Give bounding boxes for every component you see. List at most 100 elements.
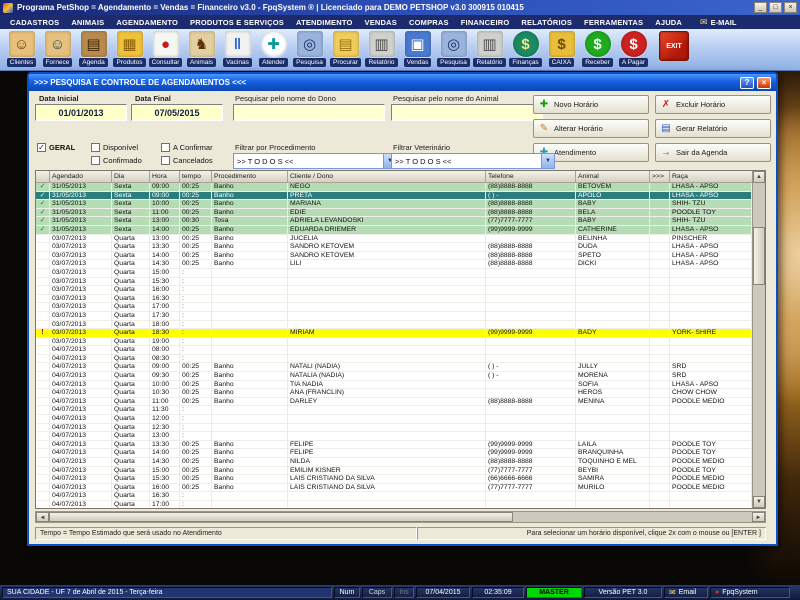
- toolbar-button[interactable]: $ CAIXA: [544, 31, 579, 67]
- action-button[interactable]: → Sair da Agenda: [655, 143, 771, 162]
- horizontal-scroll-thumb[interactable]: [49, 512, 513, 522]
- toolbar-button[interactable]: ● Consultar: [148, 31, 183, 67]
- table-row[interactable]: ✓ 31/05/2013 Sexta 09:00 00:25 Banho NEG…: [36, 183, 752, 192]
- column-header-cliente[interactable]: Cliente / Dono: [288, 171, 486, 183]
- table-row[interactable]: ✓ 31/05/2013 Sexta 13:00 00:30 Tosa ADRI…: [36, 217, 752, 226]
- column-header-status[interactable]: [36, 171, 50, 183]
- column-header-telefone[interactable]: Telefone: [486, 171, 576, 183]
- table-row[interactable]: 04/07/2013 Quarta 08:30 :: [36, 355, 752, 364]
- column-header-marker[interactable]: >>>: [650, 171, 670, 183]
- checkbox-disponivel[interactable]: Disponível: [91, 143, 138, 152]
- table-row[interactable]: 04/07/2013 Quarta 10:00 00:25 Banho TIA …: [36, 381, 752, 390]
- table-row[interactable]: 04/07/2013 Quarta 15:00 00:25 Banho EMIL…: [36, 467, 752, 476]
- table-row[interactable]: 03/07/2013 Quarta 15:30 :: [36, 278, 752, 287]
- toolbar-button[interactable]: ‖ Vacinas: [220, 31, 255, 67]
- column-header-hora[interactable]: Hora: [150, 171, 180, 183]
- column-header-raca[interactable]: Raça: [670, 171, 752, 183]
- horizontal-scroll-track[interactable]: [49, 512, 752, 522]
- horizontal-scrollbar[interactable]: ◄ ►: [35, 511, 766, 523]
- table-row[interactable]: 04/07/2013 Quarta 11:00 00:25 Banho DARL…: [36, 398, 752, 407]
- animal-search-input[interactable]: [391, 104, 543, 121]
- table-row[interactable]: 04/07/2013 Quarta 17:00 :: [36, 501, 752, 508]
- close-button[interactable]: ×: [784, 2, 797, 13]
- toolbar-button[interactable]: ▤ Procurar: [328, 31, 363, 67]
- action-button[interactable]: ✗ Excluir Horário: [655, 95, 771, 114]
- column-header-animal[interactable]: Animal: [576, 171, 650, 183]
- checkbox-geral[interactable]: ✓ GERAL: [37, 143, 75, 152]
- menu-item[interactable]: PRODUTOS E SERVIÇOS: [184, 18, 290, 27]
- toolbar-button[interactable]: $ A Pagar: [616, 31, 651, 67]
- toolbar-button[interactable]: ✚ Atender: [256, 31, 291, 67]
- checkbox-confirmado[interactable]: Confirmado: [91, 156, 142, 165]
- scroll-right-icon[interactable]: ►: [752, 512, 765, 522]
- toolbar-button[interactable]: ☺ Fornece: [40, 31, 75, 67]
- status-email[interactable]: ✉ Email: [664, 587, 708, 598]
- procedimento-dropdown[interactable]: >> T O D O S << ▼: [233, 153, 397, 169]
- table-row[interactable]: 04/07/2013 Quarta 12:00 :: [36, 415, 752, 424]
- minimize-button[interactable]: _: [754, 2, 767, 13]
- maximize-button[interactable]: □: [769, 2, 782, 13]
- column-header-agendado[interactable]: Agendado: [50, 171, 112, 183]
- table-row[interactable]: 03/07/2013 Quarta 14:30 00:25 Banho LILI…: [36, 260, 752, 269]
- menu-item[interactable]: ATENDIMENTO: [290, 18, 359, 27]
- menu-item[interactable]: FINANCEIRO: [455, 18, 516, 27]
- table-row[interactable]: 03/07/2013 Quarta 14:00 00:25 Banho SAND…: [36, 252, 752, 261]
- table-row[interactable]: 04/07/2013 Quarta 11:30 :: [36, 406, 752, 415]
- toolbar-button[interactable]: ◎ Pesquisa: [436, 31, 471, 67]
- menu-item[interactable]: CADASTROS: [4, 18, 65, 27]
- table-row[interactable]: 03/07/2013 Quarta 13:00 00:25 Banho JUCE…: [36, 235, 752, 244]
- chevron-down-icon[interactable]: ▼: [541, 154, 554, 168]
- table-row[interactable]: 04/07/2013 Quarta 09:00 00:25 Banho NATA…: [36, 363, 752, 372]
- table-row[interactable]: 04/07/2013 Quarta 13:00 :: [36, 432, 752, 441]
- menu-item[interactable]: ANIMAIS: [65, 18, 110, 27]
- table-row[interactable]: 03/07/2013 Quarta 15:00 :: [36, 269, 752, 278]
- menu-item[interactable]: AGENDAMENTO: [110, 18, 184, 27]
- checkbox-a-confirmar[interactable]: A Confirmar: [161, 143, 213, 152]
- table-row[interactable]: 04/07/2013 Quarta 09:30 00:25 Banho NATA…: [36, 372, 752, 381]
- menu-item[interactable]: AJUDA: [649, 18, 688, 27]
- action-button[interactable]: ▤ Gerar Relatório: [655, 119, 771, 138]
- table-row[interactable]: 04/07/2013 Quarta 08:00 :: [36, 346, 752, 355]
- veterinario-dropdown[interactable]: >> T O D O S << ▼: [391, 153, 555, 169]
- toolbar-button[interactable]: ▥ Relatório: [472, 31, 507, 67]
- table-row[interactable]: 04/07/2013 Quarta 10:30 00:25 Banho ANA …: [36, 389, 752, 398]
- column-header-procedimento[interactable]: Procedimento: [212, 171, 288, 183]
- toolbar-button[interactable]: ▣ Vendas: [400, 31, 435, 67]
- toolbar-button[interactable]: ☺ Clientes: [4, 31, 39, 67]
- table-row[interactable]: 03/07/2013 Quarta 13:30 00:25 Banho SAND…: [36, 243, 752, 252]
- toolbar-button[interactable]: $ Receber: [580, 31, 615, 67]
- column-header-dia[interactable]: Dia: [112, 171, 150, 183]
- menu-item[interactable]: FERRAMENTAS: [578, 18, 649, 27]
- checkbox-cancelados[interactable]: Cancelados: [161, 156, 213, 165]
- toolbar-button[interactable]: ▤ Agenda: [76, 31, 111, 67]
- table-row[interactable]: 03/07/2013 Quarta 16:30 :: [36, 295, 752, 304]
- menu-email[interactable]: ✉ E-MAIL: [700, 17, 736, 28]
- scroll-down-icon[interactable]: ▼: [753, 496, 765, 508]
- toolbar-button[interactable]: ▥ Relatório: [364, 31, 399, 67]
- scroll-left-icon[interactable]: ◄: [36, 512, 49, 522]
- scroll-up-icon[interactable]: ▲: [753, 171, 765, 183]
- vertical-scroll-track[interactable]: [753, 183, 765, 496]
- table-row[interactable]: 04/07/2013 Quarta 16:30 :: [36, 492, 752, 501]
- action-button[interactable]: ✎ Alterar Horário: [533, 119, 649, 138]
- menu-item[interactable]: VENDAS: [359, 18, 403, 27]
- action-button[interactable]: ✚ Novo Horário: [533, 95, 649, 114]
- table-row[interactable]: 04/07/2013 Quarta 16:00 00:25 Banho LAIS…: [36, 484, 752, 493]
- table-row[interactable]: ✓ 31/05/2013 Sexta 11:00 00:25 Banho EDI…: [36, 209, 752, 218]
- owner-search-input[interactable]: [233, 104, 385, 121]
- column-header-tempo[interactable]: tempo: [180, 171, 212, 183]
- exit-icon[interactable]: EXIT: [659, 31, 689, 61]
- table-row[interactable]: 04/07/2013 Quarta 14:30 00:25 Banho NILD…: [36, 458, 752, 467]
- table-row[interactable]: ! 03/07/2013 Quarta 18:30 : MIRIAM (99)9…: [36, 329, 752, 338]
- table-row[interactable]: ✓ 31/05/2013 Sexta 14:00 00:25 Banho EDU…: [36, 226, 752, 235]
- toolbar-button[interactable]: ▦ Produtos: [112, 31, 147, 67]
- table-row[interactable]: 03/07/2013 Quarta 16:00 :: [36, 286, 752, 295]
- vertical-scroll-thumb[interactable]: [753, 227, 765, 285]
- table-row[interactable]: 03/07/2013 Quarta 17:00 :: [36, 303, 752, 312]
- menu-item[interactable]: COMPRAS: [403, 18, 455, 27]
- table-row[interactable]: 03/07/2013 Quarta 17:30 :: [36, 312, 752, 321]
- table-row[interactable]: ✓ 31/05/2013 Sexta 10:00 00:25 Banho MAR…: [36, 200, 752, 209]
- table-row[interactable]: 04/07/2013 Quarta 14:00 00:25 Banho FELI…: [36, 449, 752, 458]
- table-row[interactable]: ✓ 31/05/2013 Sexta 09:00 00:25 Banho PRE…: [36, 192, 752, 201]
- table-row[interactable]: 04/07/2013 Quarta 12:30 :: [36, 424, 752, 433]
